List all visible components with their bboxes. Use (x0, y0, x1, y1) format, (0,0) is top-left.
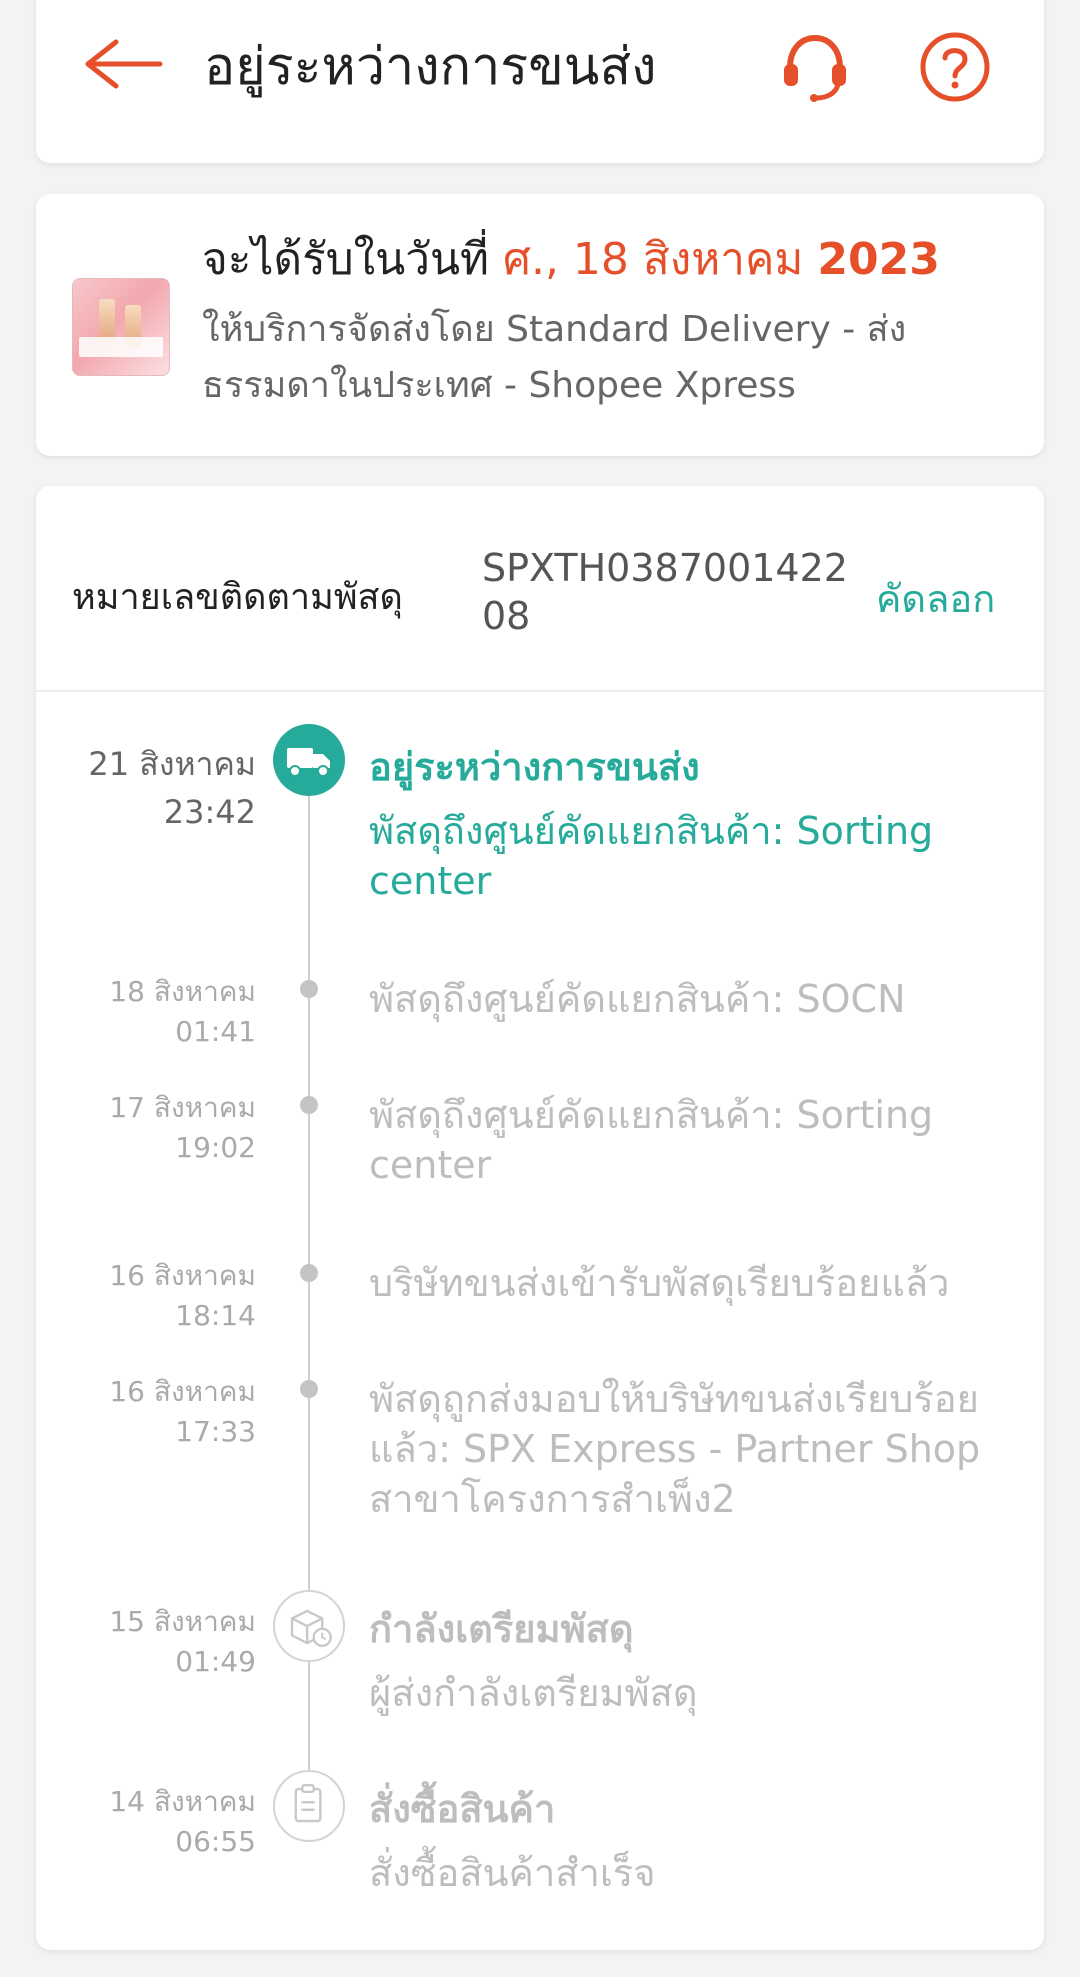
tracking-card: หมายเลขติดตามพัสดุ SPXTH038700142208 คัด… (36, 486, 1044, 1950)
event-time: 16 สิงหาคม 18:14 (109, 1259, 256, 1332)
timeline-line (308, 740, 310, 1832)
timeline-dot (300, 1096, 318, 1114)
delivery-prefix: จะได้รับในวันที่ (202, 234, 490, 285)
clipboard-icon (273, 1770, 345, 1842)
event-desc: พัสดุถึงศูนย์คัดแยกสินค้า: SOCN (369, 977, 906, 1021)
timeline-dot (300, 1380, 318, 1398)
event-desc: พัสดุถึงศูนย์คัดแยกสินค้า: Sorting cente… (369, 809, 934, 903)
event-title: กำลังเตรียมพัสดุ (369, 1607, 634, 1651)
back-arrow-icon[interactable] (76, 34, 166, 94)
truck-icon (273, 724, 345, 796)
tracking-label: หมายเลขติดตามพัสดุ (72, 577, 403, 618)
event-desc: พัสดุถูกส่งมอบให้บริษัทขนส่งเรียบร้อยแล้… (369, 1377, 981, 1521)
copy-button[interactable]: คัดลอก (876, 568, 995, 629)
event-time: 21 สิงหาคม 23:42 (88, 745, 256, 831)
event-time: 17 สิงหาคม 19:02 (109, 1091, 256, 1164)
help-question-icon[interactable] (916, 28, 994, 106)
tracking-number-row: หมายเลขติดตามพัสดุ SPXTH038700142208 คัด… (36, 486, 1044, 692)
timeline-dot (300, 1264, 318, 1282)
event-time: 14 สิงหาคม 06:55 (109, 1785, 256, 1858)
support-headset-icon[interactable] (776, 28, 854, 106)
event-time: 18 สิงหาคม 01:41 (109, 975, 256, 1048)
delivery-estimate-card: จะได้รับในวันที่ ศ., 18 สิงหาคม 2023 ให้… (36, 194, 1044, 456)
header-bar: อยู่ระหว่างการขนส่ง (36, 0, 1044, 163)
event-title: อยู่ระหว่างการขนส่ง (369, 745, 700, 789)
event-time: 15 สิงหาคม 01:49 (109, 1605, 256, 1678)
event-desc: บริษัทขนส่งเข้ารับพัสดุเรียบร้อยแล้ว (369, 1261, 950, 1305)
event-desc: พัสดุถึงศูนย์คัดแยกสินค้า: Sorting cente… (369, 1093, 934, 1187)
delivery-date-line: จะได้รับในวันที่ ศ., 18 สิงหาคม 2023 (202, 232, 940, 288)
event-desc: ผู้ส่งกำลังเตรียมพัสดุ (369, 1671, 698, 1715)
timeline-dot (300, 980, 318, 998)
event-desc: สั่งซื้อสินค้าสำเร็จ (369, 1851, 656, 1895)
event-title: สั่งซื้อสินค้า (369, 1787, 556, 1831)
package-clock-icon (273, 1590, 345, 1662)
event-time: 16 สิงหาคม 17:33 (109, 1375, 256, 1448)
delivery-service: ให้บริการจัดส่งโดย Standard Delivery - ส… (202, 309, 907, 406)
page-title: อยู่ระหว่างการขนส่ง (204, 37, 657, 97)
delivery-date: ศ., 18 สิงหาคม 2023 (503, 234, 940, 285)
tracking-number: SPXTH038700142208 (482, 546, 848, 638)
product-thumbnail[interactable] (72, 278, 170, 376)
